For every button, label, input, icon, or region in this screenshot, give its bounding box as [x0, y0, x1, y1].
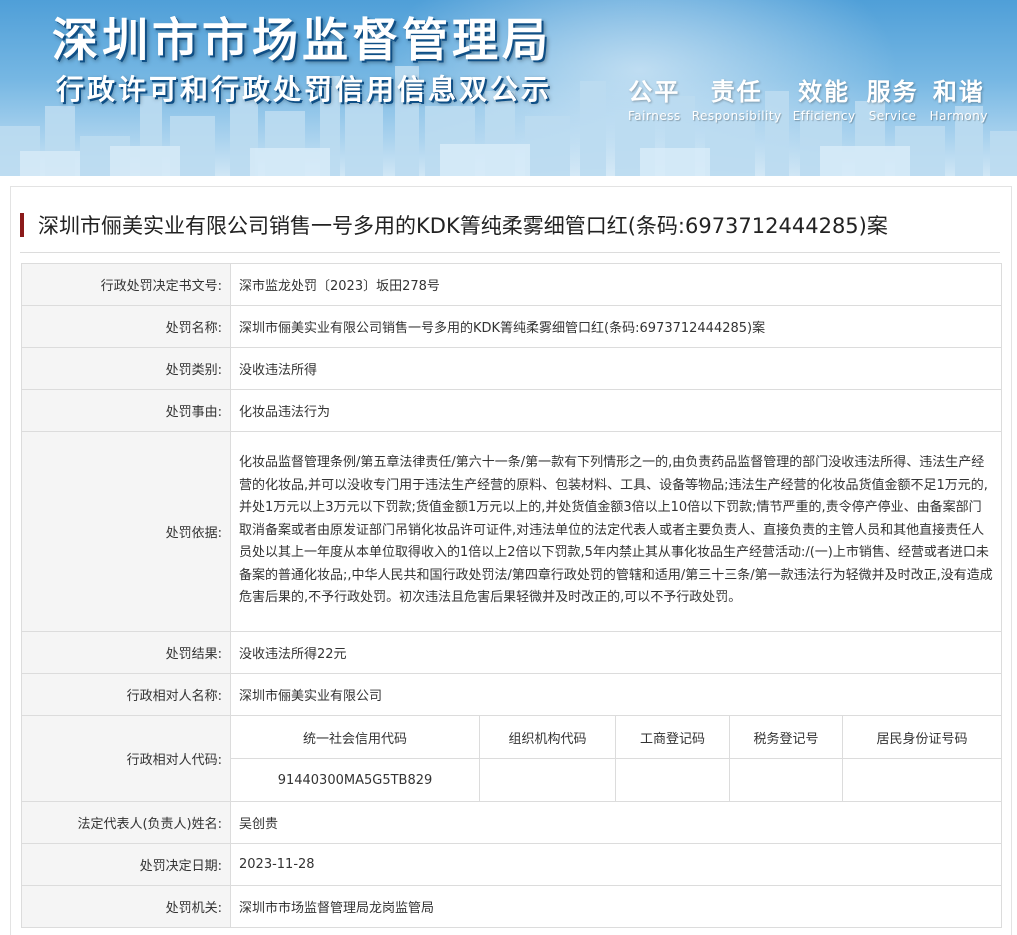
field-label: 处罚决定日期:: [21, 843, 231, 886]
case-detail-panel: 深圳市俪美实业有限公司销售一号多用的KDK箐纯柔雾细管口红(条码:6973712…: [10, 186, 1012, 935]
heading-accent-bar: [20, 213, 24, 237]
header-banner: 深圳市市场监督管理局 行政许可和行政处罚信用信息双公示 公平 Fairness …: [0, 0, 1017, 176]
legal-rep-value: 吴创贵: [229, 801, 1003, 844]
motto-en: Efficiency: [792, 109, 856, 123]
motto-list: 公平 Fairness 责任 Responsibility 效能 Efficie…: [628, 72, 988, 123]
table-row: 行政处罚决定书文号: 深市监龙处罚〔2023〕坂田278号: [21, 263, 1003, 306]
authority-value: 深圳市市场监督管理局龙岗监管局: [229, 885, 1003, 928]
motto-cn: 服务: [866, 78, 919, 106]
penalty-result-value: 没收违法所得22元: [229, 631, 1003, 674]
field-label: 处罚结果:: [21, 631, 231, 674]
motto-en: Responsibility: [691, 109, 782, 123]
code-column-header: 税务登记号: [729, 715, 843, 759]
penalty-name-value: 深圳市俪美实业有限公司销售一号多用的KDK箐纯柔雾细管口红(条码:6973712…: [229, 305, 1003, 348]
motto-efficiency: 效能 Efficiency: [793, 72, 856, 123]
motto-responsibility: 责任 Responsibility: [692, 72, 782, 123]
code-column-header: 工商登记码: [615, 715, 730, 759]
field-label: 处罚名称:: [21, 305, 231, 348]
site-title: 深圳市市场监督管理局: [52, 13, 552, 67]
case-title: 深圳市俪美实业有限公司销售一号多用的KDK箐纯柔雾细管口红(条码:6973712…: [38, 214, 888, 238]
field-label: 行政处罚决定书文号:: [21, 263, 231, 306]
table-row: 处罚名称: 深圳市俪美实业有限公司销售一号多用的KDK箐纯柔雾细管口红(条码:6…: [21, 305, 1003, 348]
motto-en: Service: [868, 109, 917, 123]
table-row: 处罚依据: 化妆品监督管理条例/第五章法律责任/第六十一条/第一款有下列情形之一…: [21, 431, 1003, 632]
table-row: 处罚类别: 没收违法所得: [21, 347, 1003, 390]
case-heading: 深圳市俪美实业有限公司销售一号多用的KDK箐纯柔雾细管口红(条码:6973712…: [20, 211, 888, 239]
code-column-header: 居民身份证号码: [841, 715, 1003, 759]
motto-cn: 责任: [710, 78, 763, 106]
table-row: 处罚事由: 化妆品违法行为: [21, 389, 1003, 432]
field-label: 行政相对人代码:: [21, 715, 231, 802]
case-info-table: 行政处罚决定书文号: 深市监龙处罚〔2023〕坂田278号 处罚名称: 深圳市俪…: [21, 263, 1003, 928]
business-reg-value: [615, 758, 730, 802]
field-label: 处罚依据:: [21, 431, 231, 632]
table-row: 处罚决定日期: 2023-11-28: [21, 843, 1003, 886]
motto-cn: 和谐: [932, 78, 985, 106]
motto-en: Fairness: [628, 109, 681, 123]
penalty-category-value: 没收违法所得: [229, 347, 1003, 390]
field-label: 处罚类别:: [21, 347, 231, 390]
org-code-value: [479, 758, 616, 802]
decision-number-value: 深市监龙处罚〔2023〕坂田278号: [229, 263, 1003, 306]
field-label: 处罚机关:: [21, 885, 231, 928]
party-name-value: 深圳市俪美实业有限公司: [229, 673, 1003, 716]
motto-cn: 效能: [798, 78, 851, 106]
table-row: 处罚结果: 没收违法所得22元: [21, 631, 1003, 674]
field-label: 法定代表人(负责人)姓名:: [21, 801, 231, 844]
table-row: 法定代表人(负责人)姓名: 吴创贵: [21, 801, 1003, 844]
id-number-value: [841, 758, 1003, 802]
heading-divider: [20, 252, 1000, 253]
table-row: 行政相对人代码: 统一社会信用代码 组织机构代码 工商登记码 税务登记号 居民身…: [21, 715, 1003, 802]
credit-code-value: 91440300MA5G5TB829: [230, 758, 480, 802]
penalty-reason-value: 化妆品违法行为: [229, 389, 1003, 432]
motto-en: Harmony: [929, 109, 988, 123]
motto-fairness: 公平 Fairness: [628, 72, 681, 123]
site-subtitle: 行政许可和行政处罚信用信息双公示: [56, 73, 553, 106]
penalty-basis-value: 化妆品监督管理条例/第五章法律责任/第六十一条/第一款有下列情形之一的,由负责药…: [229, 431, 1003, 632]
code-column-header: 组织机构代码: [479, 715, 616, 759]
motto-cn: 公平: [628, 78, 681, 106]
field-label: 处罚事由:: [21, 389, 231, 432]
motto-service: 服务 Service: [867, 72, 919, 123]
field-label: 行政相对人名称:: [21, 673, 231, 716]
table-row: 处罚机关: 深圳市市场监督管理局龙岗监管局: [21, 885, 1003, 928]
motto-harmony: 和谐 Harmony: [930, 72, 988, 123]
tax-reg-value: [729, 758, 843, 802]
decision-date-value: 2023-11-28: [229, 843, 1003, 886]
table-row: 行政相对人名称: 深圳市俪美实业有限公司: [21, 673, 1003, 716]
code-column-header: 统一社会信用代码: [230, 715, 480, 759]
